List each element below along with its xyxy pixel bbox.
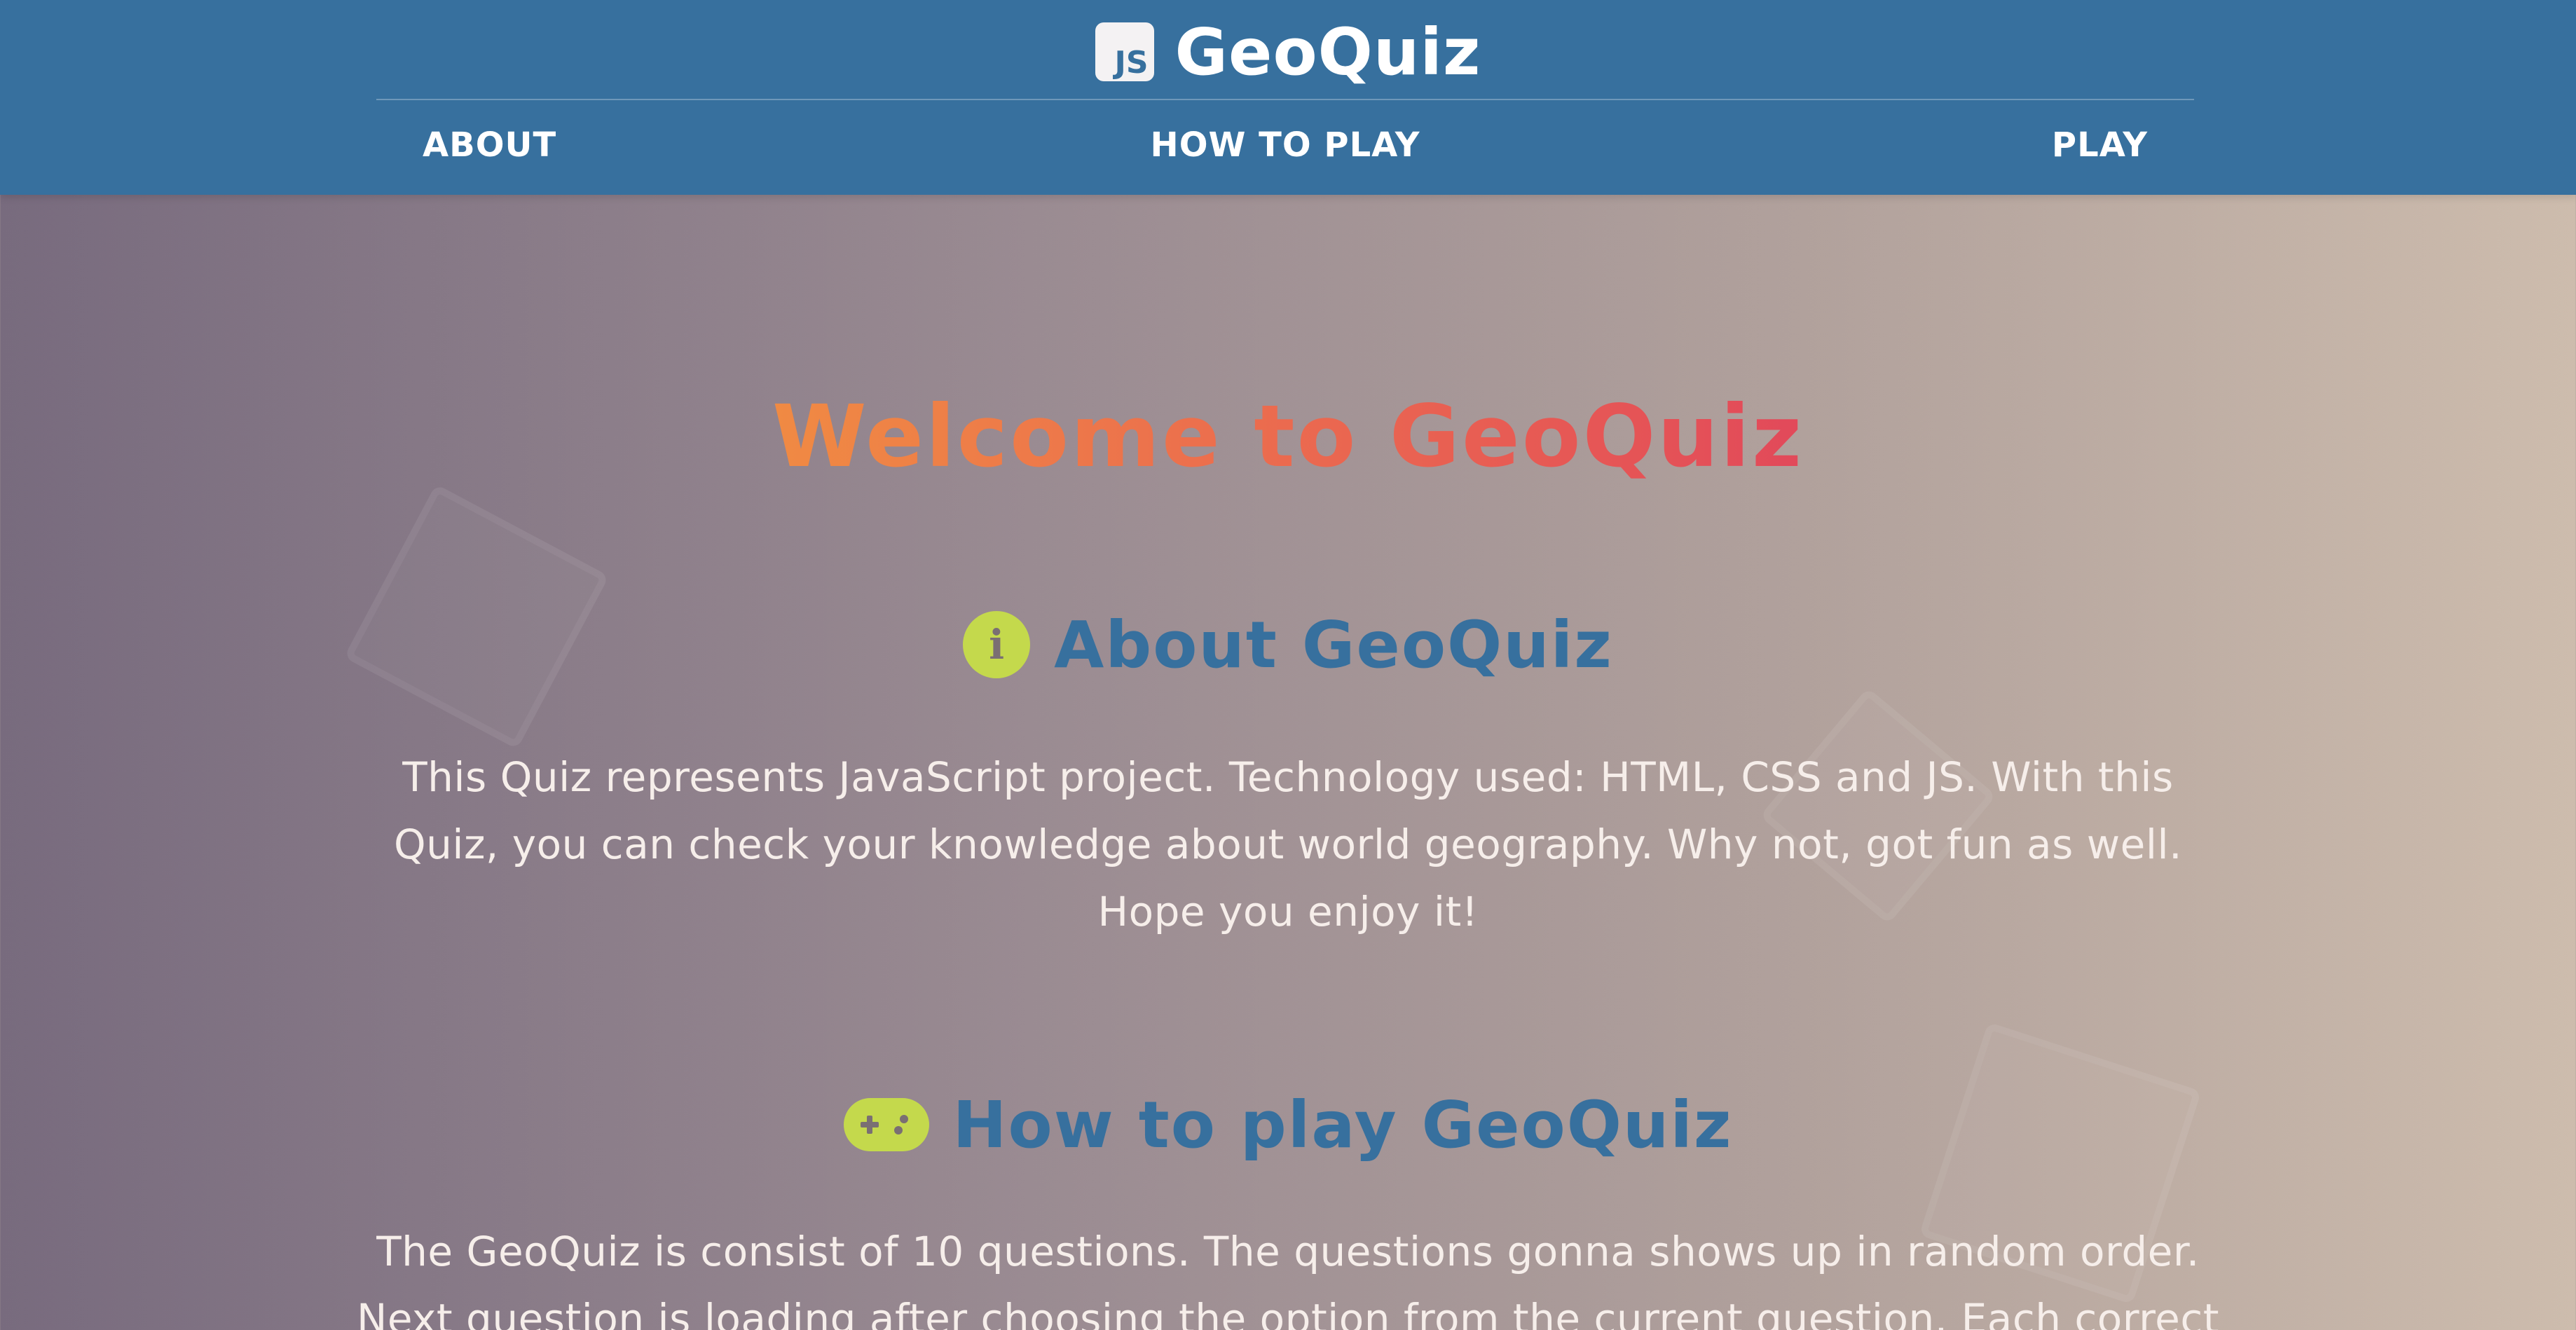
about-text: This Quiz represents JavaScript project.…	[393, 753, 2183, 935]
nav-play-link[interactable]: PLAY	[2052, 125, 2148, 165]
nav-how-to-play-link[interactable]: HOW TO PLAY	[376, 125, 2194, 165]
how-to-play-title: How to play GeoQuiz	[952, 1087, 1733, 1163]
welcome-heading-text: Welcome to GeoQuiz	[772, 386, 1804, 486]
how-to-play-text: The GeoQuiz is consist of 10 questions. …	[356, 1228, 2219, 1330]
about-title: About GeoQuiz	[1054, 607, 1613, 683]
how-to-play-heading: How to play GeoQuiz	[0, 1079, 2576, 1170]
about-heading: i About GeoQuiz	[0, 603, 2576, 687]
info-icon: i	[963, 611, 1031, 678]
js-logo-text: JS	[1114, 45, 1149, 81]
main-nav: ABOUT HOW TO PLAY PLAY	[376, 100, 2194, 193]
welcome-heading: Welcome to GeoQuiz	[0, 387, 2576, 486]
js-logo-icon: JS	[1095, 22, 1154, 81]
brand[interactable]: JS GeoQuiz	[0, 14, 2576, 90]
gamepad-icon	[843, 1098, 929, 1151]
site-header: JS GeoQuiz ABOUT HOW TO PLAY PLAY	[0, 0, 2576, 195]
site-title: GeoQuiz	[1174, 14, 1481, 90]
